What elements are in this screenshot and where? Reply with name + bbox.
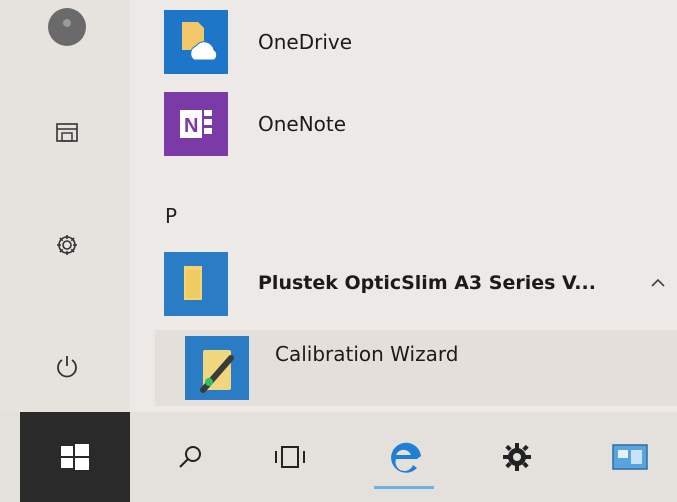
settings-gear-icon [503,443,531,471]
onedrive-icon [164,10,228,74]
chevron-up-icon[interactable] [650,278,666,288]
app-item-plustek[interactable]: Plustek OpticSlim A3 Series V... [160,252,670,316]
app-thumbnail-icon [612,444,648,470]
task-view-icon [275,446,305,468]
app-thumbnail-button[interactable] [600,427,660,487]
app-label: OneDrive [258,30,353,54]
app-label: OneNote [258,112,347,136]
svg-text:N: N [184,115,198,137]
app-label: Plustek OpticSlim A3 Series V... [258,272,596,294]
edge-button[interactable] [374,427,434,487]
app-item-onenote[interactable]: N OneNote [160,92,670,156]
app-item-onedrive[interactable]: OneDrive [160,10,670,74]
user-avatar[interactable] [48,8,86,46]
folder-icon [164,252,228,316]
settings-icon[interactable] [42,220,92,270]
app-label: Calibration Wizard [275,342,459,366]
start-menu: OneDrive N OneNote P Plustek OpticSlim A… [0,0,677,412]
documents-icon[interactable] [42,107,92,157]
search-button[interactable] [160,427,220,487]
letter-header[interactable]: P [165,204,177,228]
edge-icon [391,442,421,473]
start-button[interactable] [20,412,130,502]
start-rail [0,0,130,412]
search-icon [179,446,201,468]
power-icon[interactable] [42,342,92,392]
settings-taskbar-button[interactable] [487,427,547,487]
calibration-wizard-icon [185,336,249,400]
onenote-icon: N [164,92,228,156]
windows-logo-icon [61,444,89,470]
taskbar [0,412,677,502]
active-app-indicator [374,486,434,489]
task-view-button[interactable] [260,427,320,487]
app-item-calibration-wizard[interactable]: Calibration Wizard [155,330,677,406]
